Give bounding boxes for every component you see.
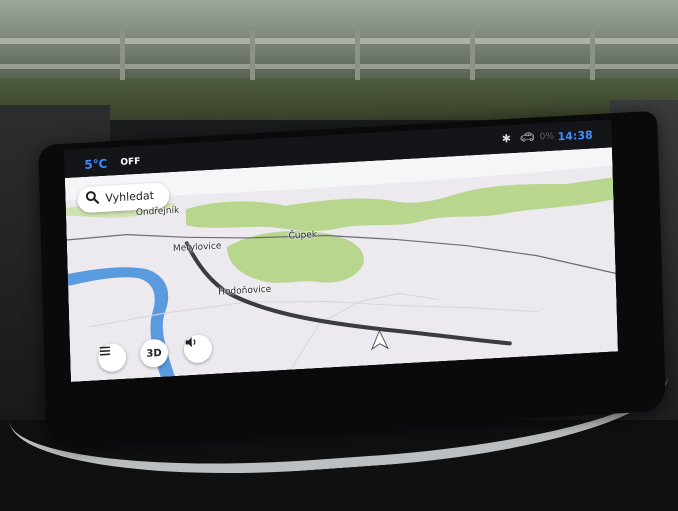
guardrail-top [0,38,678,44]
bluetooth-icon: ✱ [501,132,512,146]
menu-icon [99,346,111,356]
guardrail-post [120,30,125,80]
dim-indicator: 0% [539,131,555,143]
search-label: Vyhledat [105,189,155,205]
place-label: Čupek [288,230,318,242]
guardrail-post [590,30,595,80]
clock-time: 14:38 [557,128,593,144]
guardrail-bottom [0,64,678,69]
temperature-readout[interactable]: 5℃ [84,157,107,172]
ac-state[interactable]: OFF [120,157,140,168]
guardrail-post [250,30,255,80]
speaker-icon [185,337,196,348]
navigation-map[interactable]: Vyhledat Ondřejník Metylovice Čupek Hodo… [64,147,619,382]
view-mode-label: 3D [146,347,162,360]
car-icon: 🚗︎ [519,129,536,145]
infotainment-display: 5℃ OFF ✱ 🚗︎ 0% 14:38 Vyhledat Ondřejník … [64,119,619,382]
guardrail-post [470,30,475,80]
photo-scene: 5℃ OFF ✱ 🚗︎ 0% 14:38 Vyhledat Ondřejník … [0,0,678,511]
search-icon [85,191,100,204]
guardrail-post [355,30,360,80]
